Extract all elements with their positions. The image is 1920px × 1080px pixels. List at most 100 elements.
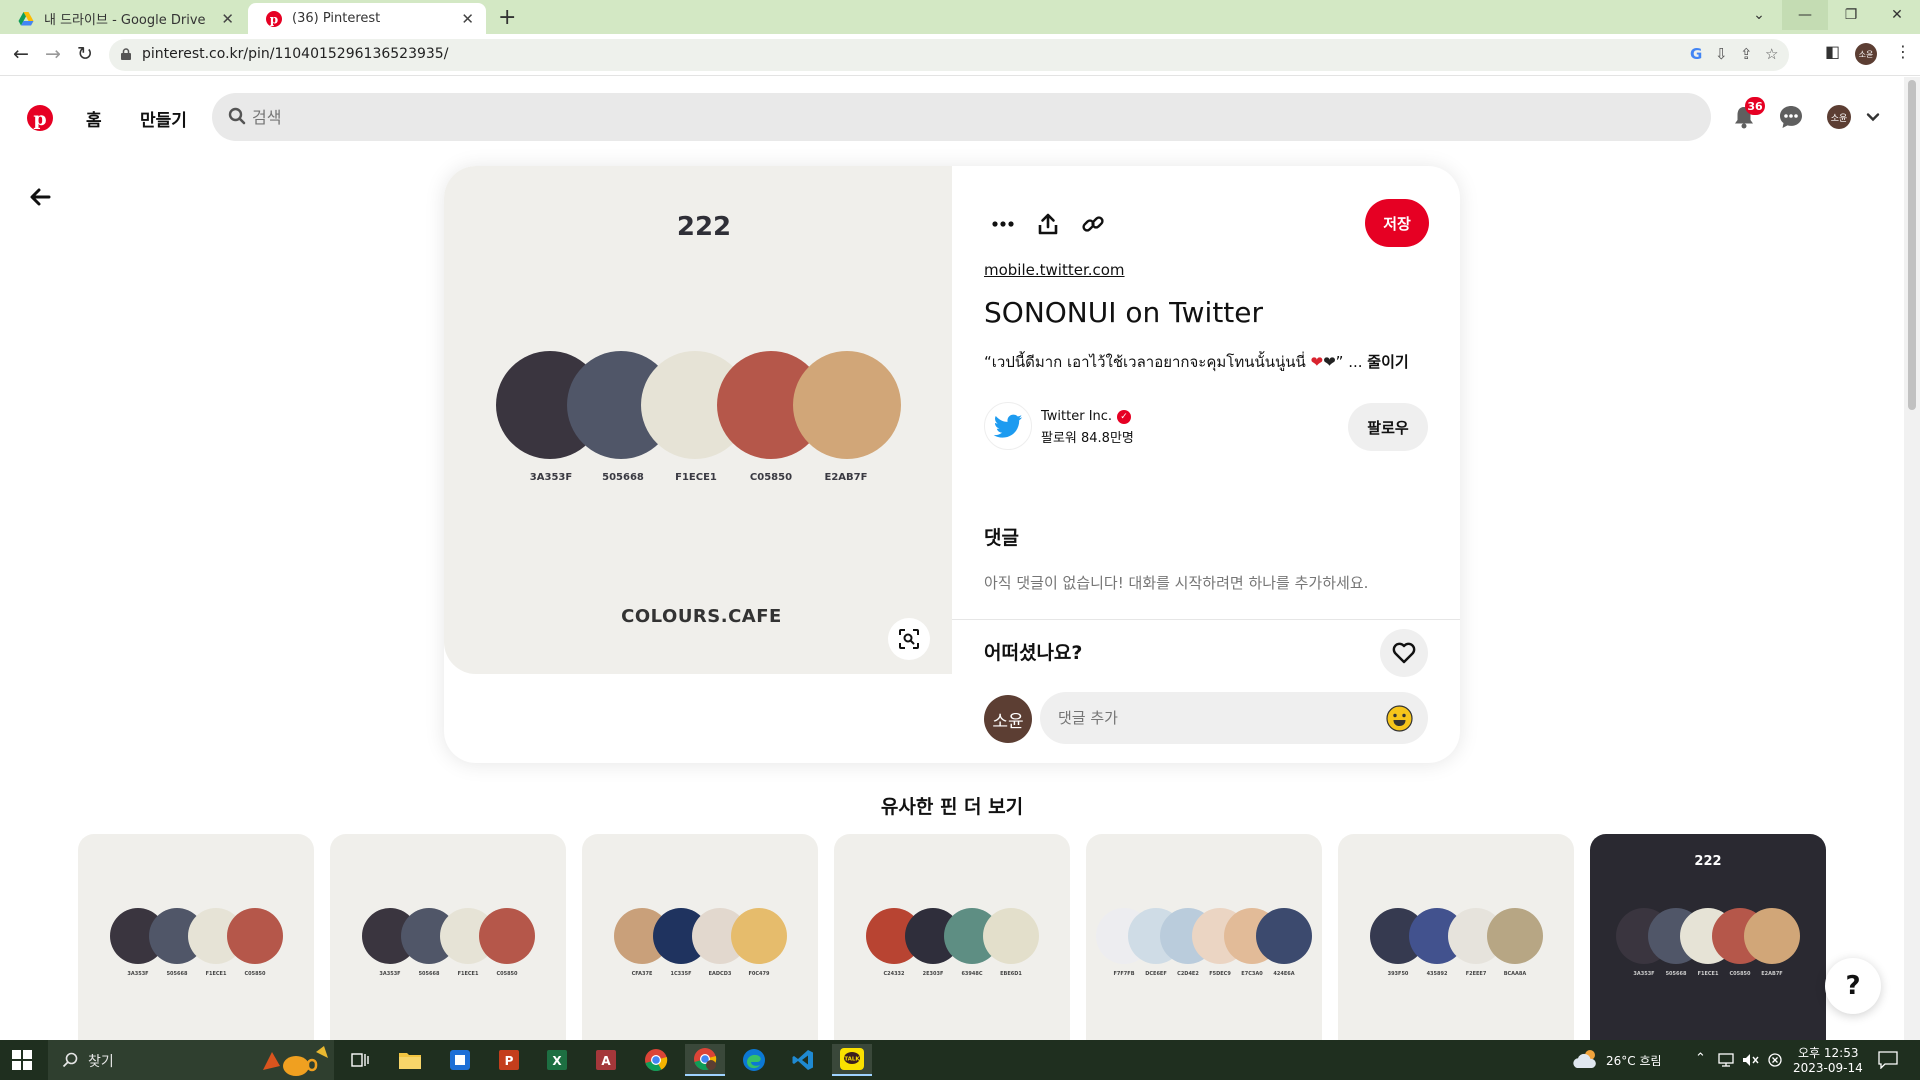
search-bar[interactable] bbox=[212, 93, 1711, 141]
access-icon[interactable]: A bbox=[586, 1044, 626, 1076]
windows-taskbar: 찾기 P X A TALK 26°C 흐림 ⌃ 오후 12:53 2023-09… bbox=[0, 1040, 1920, 1080]
profile-avatar[interactable]: 소윤 bbox=[1855, 43, 1877, 65]
network-icon[interactable] bbox=[1718, 1053, 1736, 1067]
copy-link-icon[interactable] bbox=[1079, 210, 1107, 238]
related-pin-card[interactable]: 3A353F 505668 F1ECE1 C05850 bbox=[330, 834, 566, 1064]
messages-icon[interactable] bbox=[1777, 103, 1805, 131]
forward-arrow-icon[interactable]: → bbox=[40, 41, 66, 67]
comment-box[interactable] bbox=[1040, 692, 1428, 744]
swatch-label: C24332 bbox=[883, 971, 905, 977]
palette-swatch bbox=[1256, 908, 1312, 964]
google-lens-icon[interactable]: G bbox=[1690, 45, 1702, 63]
user-avatar[interactable]: 소윤 bbox=[1827, 105, 1851, 129]
tab-pinterest[interactable]: p (36) Pinterest ✕ bbox=[248, 3, 486, 34]
tab-title: (36) Pinterest bbox=[292, 11, 381, 26]
related-pin-card[interactable]: CFA37E 1C335F EADCD3 F0C479 bbox=[582, 834, 818, 1064]
reload-icon[interactable]: ↻ bbox=[72, 41, 98, 67]
close-window-button[interactable]: ✕ bbox=[1874, 0, 1920, 30]
swatch-label: 393F50 bbox=[1387, 971, 1409, 977]
show-hidden-icons-chevron-icon[interactable]: ⌃ bbox=[1695, 1051, 1706, 1066]
close-tab-icon[interactable]: ✕ bbox=[461, 10, 474, 28]
swatch-label: C05850 bbox=[244, 971, 266, 977]
nav-home[interactable]: 홈 bbox=[86, 106, 102, 131]
browser-tab-strip: 내 드라이브 - Google Drive ✕ p (36) Pinterest… bbox=[0, 0, 1920, 34]
store-app-icon[interactable] bbox=[440, 1044, 480, 1076]
related-pin-card[interactable]: 222 3A353F 505668 F1ECE1 C05850 E2AB7F bbox=[1590, 834, 1826, 1064]
palette-swatch bbox=[227, 908, 283, 964]
task-view-icon[interactable] bbox=[340, 1044, 380, 1076]
related-pin-card[interactable]: F7F7FB DCE6EF C2D4E2 F5DEC9 E7C3A0 424E6A bbox=[1086, 834, 1322, 1064]
creator-avatar[interactable] bbox=[984, 402, 1032, 450]
restore-button[interactable]: ❐ bbox=[1828, 0, 1874, 30]
tab-google-drive[interactable]: 내 드라이브 - Google Drive ✕ bbox=[0, 3, 246, 34]
swatch-label: C05850 bbox=[496, 971, 518, 977]
palette-swatch bbox=[983, 908, 1039, 964]
react-heart-button[interactable] bbox=[1380, 629, 1428, 677]
omnibox[interactable]: pinterest.co.kr/pin/1104015296136523935/… bbox=[109, 39, 1789, 71]
back-arrow-icon[interactable] bbox=[28, 185, 52, 209]
save-button[interactable]: 저장 bbox=[1365, 199, 1429, 247]
related-pin-card[interactable]: C24332 2E303F 63948C EBE6D1 bbox=[834, 834, 1070, 1064]
taskbar-search-box[interactable]: 찾기 bbox=[48, 1040, 334, 1080]
excel-icon[interactable]: X bbox=[537, 1044, 577, 1076]
minimize-button[interactable]: — bbox=[1782, 0, 1828, 30]
share-icon[interactable] bbox=[1034, 210, 1062, 238]
comment-input[interactable] bbox=[1058, 704, 1358, 732]
weather-text[interactable]: 26°C 흐림 bbox=[1606, 1052, 1662, 1069]
search-input[interactable] bbox=[252, 102, 1652, 132]
windows-start-icon[interactable] bbox=[12, 1050, 32, 1070]
pin-title: SONONUI on Twitter bbox=[984, 296, 1264, 329]
palette-swatch bbox=[1744, 908, 1800, 964]
visual-search-button[interactable] bbox=[888, 618, 930, 660]
powerpoint-icon[interactable]: P bbox=[489, 1044, 529, 1076]
swatch-label: 424E6A bbox=[1273, 971, 1295, 977]
palette-title: 222 bbox=[676, 212, 732, 242]
more-like-this-heading: 유사한 핀 더 보기 bbox=[880, 796, 1024, 818]
tab-title: 내 드라이브 - Google Drive bbox=[44, 13, 206, 28]
close-tab-icon[interactable]: ✕ bbox=[221, 10, 234, 28]
nav-create[interactable]: 만들기 bbox=[140, 106, 187, 131]
kebab-menu-icon[interactable]: ⋮ bbox=[1895, 42, 1911, 61]
account-chevron-down-icon[interactable] bbox=[1865, 109, 1881, 125]
show-less-link[interactable]: 줄이기 bbox=[1367, 353, 1408, 371]
swatch-label: F1ECE1 bbox=[205, 971, 227, 977]
back-arrow-icon[interactable]: ← bbox=[8, 41, 34, 67]
related-pin-card[interactable]: 3A353F 505668 F1ECE1 C05850 bbox=[78, 834, 314, 1064]
pinterest-logo-icon[interactable]: p bbox=[27, 105, 53, 131]
help-button[interactable]: ? bbox=[1825, 958, 1881, 1014]
chrome-profile-icon[interactable] bbox=[685, 1044, 725, 1076]
brand-watermark: COLOURS.CAFE bbox=[621, 606, 782, 627]
pin-closeup-card: 222 3A353F 505668 F1ECE1 C05850 E2AB7F C… bbox=[444, 166, 1460, 763]
edge-icon[interactable] bbox=[734, 1044, 774, 1076]
creator-name[interactable]: Twitter Inc. bbox=[1041, 409, 1112, 424]
autumn-tea-illustration-icon bbox=[263, 1046, 328, 1076]
volume-muted-icon[interactable] bbox=[1742, 1053, 1760, 1067]
reaction-prompt: 어떠셨나요? bbox=[984, 642, 1083, 664]
pin-image[interactable]: 222 3A353F 505668 F1ECE1 C05850 E2AB7F C… bbox=[444, 166, 952, 674]
ime-status-icon[interactable] bbox=[1768, 1053, 1782, 1067]
related-pin-card[interactable]: 393F50 435892 F2EEE7 BCAA8A bbox=[1338, 834, 1574, 1064]
tab-search-chevron-icon[interactable]: ⌄ bbox=[1736, 0, 1782, 30]
clock-date[interactable]: 2023-09-14 bbox=[1793, 1061, 1863, 1075]
install-app-icon[interactable]: ⇩ bbox=[1715, 45, 1728, 63]
more-options-icon[interactable] bbox=[989, 210, 1017, 238]
follow-button[interactable]: 팔로우 bbox=[1348, 403, 1428, 451]
side-panel-icon[interactable]: ◧ bbox=[1825, 42, 1840, 61]
new-tab-button[interactable]: + bbox=[498, 5, 516, 30]
kakaotalk-icon[interactable]: TALK bbox=[832, 1044, 872, 1076]
red-heart-emoji-icon: ❤ bbox=[1310, 353, 1324, 371]
notification-center-icon[interactable] bbox=[1878, 1051, 1898, 1069]
emoji-picker-icon[interactable] bbox=[1386, 705, 1413, 732]
bookmark-star-icon[interactable]: ☆ bbox=[1765, 45, 1778, 63]
page-scrollbar[interactable] bbox=[1904, 77, 1920, 1040]
clock-time[interactable]: 오후 12:53 bbox=[1798, 1044, 1858, 1061]
source-link[interactable]: mobile.twitter.com bbox=[984, 261, 1125, 279]
scrollbar-thumb[interactable] bbox=[1908, 80, 1916, 410]
share-icon[interactable]: ⇪ bbox=[1740, 45, 1753, 63]
swatch-label: 505668 bbox=[166, 971, 188, 977]
no-comments-message: 아직 댓글이 없습니다! 대화를 시작하려면 하나를 추가하세요. bbox=[984, 574, 1369, 592]
chrome-icon[interactable] bbox=[636, 1044, 676, 1076]
vscode-icon[interactable] bbox=[783, 1044, 823, 1076]
file-explorer-icon[interactable] bbox=[390, 1044, 430, 1076]
heart-outline-icon bbox=[1392, 642, 1416, 664]
